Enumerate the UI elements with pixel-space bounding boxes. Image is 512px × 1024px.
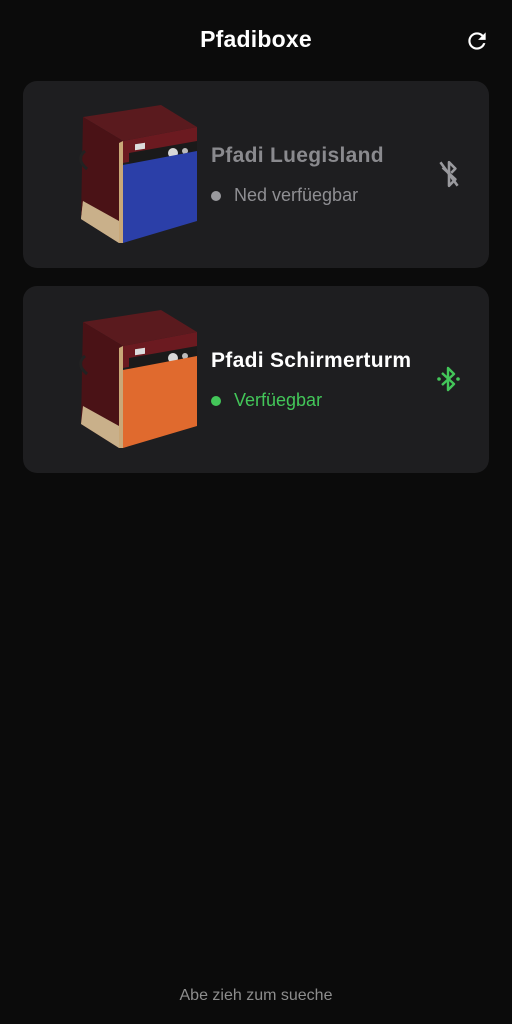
device-status: Verfüegbar [211,390,322,411]
bluetooth-disabled-icon [439,160,459,188]
speaker-image [79,105,197,243]
refresh-icon [468,32,486,50]
app-screen: Pfadiboxe Pfadi Luegisland Ned verfüegba… [0,0,512,1024]
bluetooth-searching-icon [437,366,460,392]
device-status-label: Ned verfüegbar [234,185,359,205]
device-status: Ned verfüegbar [211,185,358,206]
device-name: Pfadi Luegisland [211,144,384,167]
bluetooth-button[interactable] [435,362,463,396]
app-header: Pfadiboxe [0,0,512,80]
device-name: Pfadi Schirmerturm [211,349,412,372]
status-dot [211,395,221,406]
bluetooth-button[interactable] [435,157,463,191]
speaker-image [79,310,197,448]
device-card-schirmerturm[interactable]: Pfadi Schirmerturm Verfüegbar [23,286,489,473]
pull-to-search-hint: Abe zieh zum sueche [179,987,333,1004]
device-card-luegisland[interactable]: Pfadi Luegisland Ned verfüegbar [23,81,489,268]
refresh-button[interactable] [462,26,492,56]
page-title: Pfadiboxe [200,26,312,52]
status-dot [211,190,221,201]
device-status-label: Verfüegbar [234,390,323,410]
